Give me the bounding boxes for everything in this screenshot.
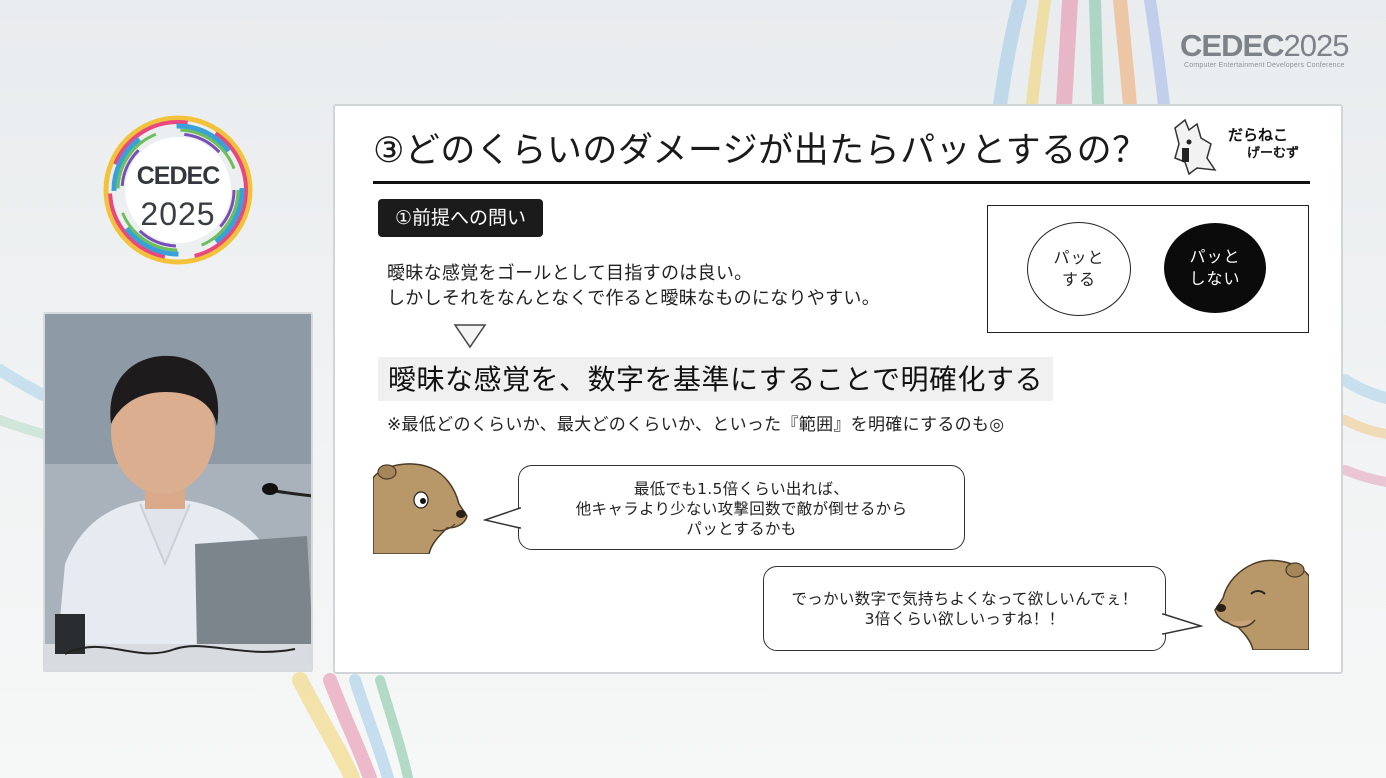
oval-b-line1: パッと — [1189, 247, 1241, 266]
bubble2-line2: 3倍くらい欲しいっすね！！ — [864, 610, 1065, 628]
oval-a-line1: パッと — [1053, 248, 1105, 267]
speaker-video — [43, 312, 313, 672]
bubble2-tail — [1161, 612, 1203, 635]
bubble1-line2: 他キャラより少ない攻撃回数で敵が倒せるから — [575, 500, 908, 518]
bubble1-line1: 最低でも1.5倍くらい出れば、 — [633, 480, 850, 498]
brand-text-line2: げーむず — [1247, 146, 1300, 161]
otter-character-serious — [373, 458, 469, 554]
speaker-image — [45, 314, 311, 670]
oval-pa-to-shinai: パッと しない — [1164, 223, 1266, 313]
down-triangle-icon — [453, 324, 487, 349]
bubble1-tail — [483, 506, 523, 529]
cedec-logo-topright: CEDEC2025 Computer Entertainment Develop… — [1180, 30, 1350, 74]
body-line-2: しかしそれをなんとなくで作ると曖昧なものになりやすい。 — [387, 288, 881, 309]
slide-title: ③どのくらいのダメージが出たらパッとするの？ — [373, 131, 1148, 171]
title-divider — [373, 181, 1310, 184]
body-line-1: 曖昧な感覚をゴールとして目指すのは良い。 — [387, 263, 753, 284]
key-message: 曖昧な感覚を、数字を基準にすることで明確化する — [378, 357, 1053, 401]
circle-logo-name: CEDEC — [136, 162, 221, 190]
speech-bubble-1: 最低でも1.5倍くらい出れば、 他キャラより少ない攻撃回数で敵が倒せるから パッ… — [518, 465, 965, 550]
cedec-logo-year: 2025 — [1283, 28, 1350, 63]
cedec-circle-text: CEDEC 2025 — [100, 112, 256, 268]
oval-pa-to-suru: パッと する — [1027, 222, 1131, 316]
speech-bubble-2: でっかい数字で気持ちよくなって欲しいんでぇ！ 3倍くらい欲しいっすね！！ — [763, 566, 1166, 651]
oval-b-line2: しない — [1189, 269, 1241, 288]
section-label: ①前提への問い — [378, 199, 544, 237]
bubble1-line3: パッとするかも — [686, 520, 797, 538]
circle-logo-year: 2025 — [140, 196, 216, 232]
cedec-logo-name: CEDEC — [1180, 28, 1285, 63]
presentation-slide: ③どのくらいのダメージが出たらパッとするの？ だらねこ げーむず ①前提への問い… — [333, 104, 1343, 674]
cedec-logo-subtitle: Computer Entertainment Developers Confer… — [1184, 62, 1345, 69]
oval-a-line2: する — [1061, 270, 1096, 289]
bubble2-line1: でっかい数字で気持ちよくなって欲しいんでぇ！ — [791, 590, 1138, 608]
comparison-box: パッとする パッとしない — [987, 205, 1309, 333]
otter-character-smiling — [1213, 554, 1309, 650]
footnote: ※最低どのくらいか、最大どのくらいか、といった『範囲』を明確にするのも◎ — [387, 415, 1005, 435]
